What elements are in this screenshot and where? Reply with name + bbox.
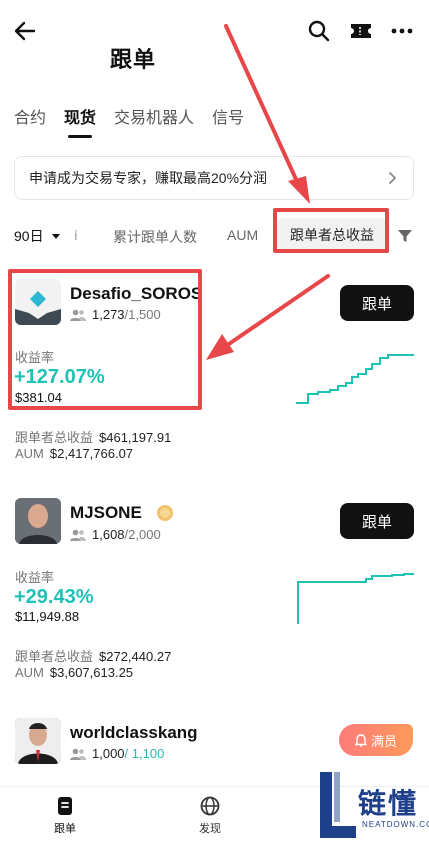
follower-count: 1,608/2,000 <box>70 527 161 542</box>
pnl-value: $11,949.88 <box>15 609 80 624</box>
watermark-logo-icon <box>320 772 356 838</box>
nav-copy-trading[interactable]: 跟单 <box>54 795 76 836</box>
document-icon <box>58 797 72 815</box>
watermark-text: 链懂 <box>358 788 419 819</box>
globe-icon <box>200 796 220 816</box>
medal-icon <box>157 505 173 521</box>
followers-max: /2,000 <box>124 527 161 542</box>
sort-by-aum[interactable]: AUM <box>227 227 258 243</box>
banner-text: 申请成为交易专家，赚取最高20%分润 <box>29 170 268 186</box>
users-icon <box>70 748 86 760</box>
apply-expert-banner[interactable]: 申请成为交易专家，赚取最高20%分润 <box>14 156 414 200</box>
follower-profit-value: $461,197.91 <box>99 430 172 445</box>
chevron-right-icon <box>389 172 396 184</box>
sort-by-followers[interactable]: 累计跟单人数 <box>113 227 197 247</box>
aum-value: $3,607,613.25 <box>49 665 134 680</box>
more-options-icon[interactable] <box>389 19 415 43</box>
users-icon <box>70 529 86 541</box>
followers-current: 1,000 <box>92 746 125 761</box>
follower-count: 1,000/ 1,100 <box>70 746 164 761</box>
roi-sparkline <box>296 354 414 404</box>
aum-row: AUM $3,607,613.25 <box>15 665 133 680</box>
followers-current: 1,608 <box>92 527 125 542</box>
followers-max: / 1,100 <box>124 746 165 761</box>
tab-spot[interactable]: 现货 <box>64 104 96 138</box>
tab-signals[interactable]: 信号 <box>212 104 244 128</box>
person-photo-icon <box>15 718 61 764</box>
filter-icon[interactable] <box>397 228 413 244</box>
sort-divider: ⅰ <box>74 228 78 243</box>
watermark-subtext: NEATDOWN.COM <box>362 820 429 829</box>
period-label: 90日 <box>14 228 44 244</box>
search-icon[interactable] <box>306 18 332 44</box>
coupon-icon[interactable] <box>348 19 374 43</box>
follower-profit-label: 跟单者总收益 <box>15 430 94 445</box>
caret-down-icon <box>51 233 60 239</box>
follow-button[interactable]: 跟单 <box>340 503 414 539</box>
nav-discover-label: 发现 <box>199 823 221 835</box>
annotation-box-card <box>8 269 202 410</box>
back-arrow-icon[interactable] <box>12 18 38 44</box>
follower-profit-row: 跟单者总收益 $272,440.27 <box>15 646 171 665</box>
aum-row: AUM $2,417,766.07 <box>15 446 133 461</box>
aum-label: AUM <box>15 446 44 461</box>
follower-profit-value: $272,440.27 <box>99 649 172 664</box>
annotation-box-sort <box>273 208 389 253</box>
product-tabs: 合约 现货 交易机器人 信号 <box>14 104 262 138</box>
bell-icon <box>354 733 367 747</box>
avatar[interactable] <box>15 498 61 544</box>
roi-sparkline <box>297 573 414 624</box>
trader-name[interactable]: worldclasskang <box>70 723 198 743</box>
tab-futures[interactable]: 合约 <box>14 104 46 128</box>
full-badge-label: 满员 <box>370 733 397 749</box>
page-title: 跟单 <box>110 47 157 72</box>
roi-label: 收益率 <box>15 570 55 585</box>
person-photo-icon <box>15 498 61 544</box>
follower-profit-label: 跟单者总收益 <box>15 649 94 664</box>
follow-button[interactable]: 跟单 <box>340 285 414 321</box>
period-selector[interactable]: 90日 <box>14 226 60 246</box>
aum-label: AUM <box>15 665 44 680</box>
roi-value: +29.43% <box>14 586 94 608</box>
nav-discover[interactable]: 发现 <box>199 795 221 836</box>
tab-trading-bot[interactable]: 交易机器人 <box>114 104 194 128</box>
follower-profit-row: 跟单者总收益 $461,197.91 <box>15 427 171 446</box>
nav-copy-trading-label: 跟单 <box>54 823 76 835</box>
trader-name[interactable]: MJSONE <box>70 503 142 523</box>
aum-value: $2,417,766.07 <box>49 446 134 461</box>
full-badge: 满员 <box>339 724 413 756</box>
avatar[interactable] <box>15 718 61 764</box>
